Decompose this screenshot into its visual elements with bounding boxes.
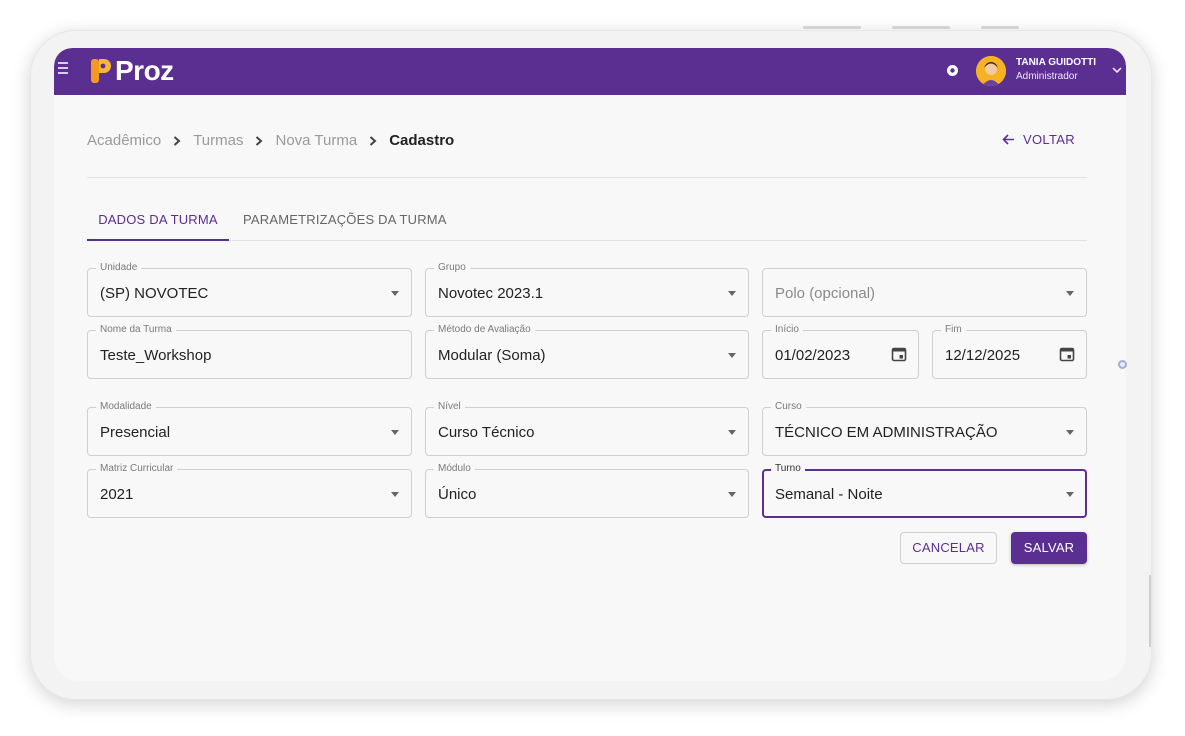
field-label: Início [771, 324, 803, 336]
top-bar: Proz TANIA GUIDOTTI Administrador [54, 48, 1126, 95]
decorative-bar [981, 26, 1019, 29]
save-button[interactable]: SALVAR [1011, 532, 1087, 564]
decorative-bar [892, 26, 950, 29]
field-label: Curso [771, 401, 806, 413]
logo-mark-icon [90, 57, 112, 85]
breadcrumb-item-nova-turma[interactable]: Nova Turma [275, 132, 357, 149]
app-screen: Proz TANIA GUIDOTTI Administrador Acadêm… [54, 48, 1126, 681]
user-name: TANIA GUIDOTTI [1016, 57, 1096, 68]
field-label: Turno [771, 463, 805, 475]
field-value: Semanal - Noite [775, 486, 883, 503]
dropdown-arrow-icon [728, 492, 736, 497]
dropdown-arrow-icon [391, 291, 399, 296]
side-edge-line [1149, 575, 1151, 647]
dropdown-arrow-icon [728, 353, 736, 358]
breadcrumb-item-turmas[interactable]: Turmas [193, 132, 243, 149]
field-value: Curso Técnico [438, 424, 535, 441]
field-value: 2021 [100, 486, 134, 503]
field-label: Fim [941, 324, 966, 336]
chevron-right-icon [370, 135, 377, 146]
user-role: Administrador [1016, 71, 1078, 82]
field-value: TÉCNICO EM ADMINISTRAÇÃO [775, 424, 998, 441]
dropdown-arrow-icon [1066, 430, 1074, 435]
field-value: Único [438, 486, 477, 503]
field-label: Nível [434, 401, 465, 413]
back-label: VOLTAR [1023, 132, 1075, 147]
menu-icon[interactable] [58, 62, 68, 76]
logo[interactable]: Proz [90, 54, 174, 88]
calendar-icon[interactable] [1059, 346, 1075, 362]
dropdown-arrow-icon [391, 492, 399, 497]
nivel-select[interactable]: Nível Curso Técnico [425, 401, 749, 456]
dropdown-arrow-icon [391, 430, 399, 435]
field-value: (SP) NOVOTEC [100, 285, 209, 302]
nome-turma-input[interactable]: Nome da Turma Teste_Workshop [87, 324, 412, 379]
matriz-curricular-select[interactable]: Matriz Curricular 2021 [87, 463, 412, 518]
turno-select[interactable]: Turno Semanal - Noite [762, 463, 1087, 518]
arrow-left-icon [1002, 134, 1014, 145]
metodo-avaliacao-select[interactable]: Método de Avaliação Modular (Soma) [425, 324, 749, 379]
field-label: Matriz Curricular [96, 463, 178, 475]
dropdown-arrow-icon [1066, 492, 1074, 497]
dropdown-arrow-icon [728, 291, 736, 296]
polo-select[interactable]: Polo (opcional) [762, 268, 1087, 317]
field-value: 01/02/2023 [775, 347, 851, 364]
field-label: Método de Avaliação [434, 324, 535, 336]
field-label: Unidade [96, 262, 142, 274]
decorative-bar [803, 26, 861, 29]
calendar-icon[interactable] [891, 346, 907, 362]
chevron-down-icon[interactable] [1112, 66, 1122, 74]
field-label: Nome da Turma [96, 324, 176, 336]
curso-select[interactable]: Curso TÉCNICO EM ADMINISTRAÇÃO [762, 401, 1087, 456]
breadcrumb-item-academico[interactable]: Acadêmico [87, 132, 161, 149]
logo-text: Proz [115, 55, 174, 86]
field-label: Módulo [434, 463, 475, 475]
modulo-select[interactable]: Módulo Único [425, 463, 749, 518]
field-value: Modular (Soma) [438, 347, 546, 364]
tab-dados-da-turma[interactable]: DADOS DA TURMA [87, 212, 229, 241]
field-value: Presencial [100, 424, 171, 441]
breadcrumb: Acadêmico Turmas Nova Turma Cadastro [87, 132, 454, 149]
breadcrumb-item-current: Cadastro [389, 132, 455, 149]
cancel-button[interactable]: CANCELAR [900, 532, 997, 564]
back-button[interactable]: VOLTAR [1002, 132, 1075, 147]
polo-placeholder: Polo (opcional) [775, 285, 876, 302]
dropdown-arrow-icon [1066, 291, 1074, 296]
dropdown-arrow-icon [728, 430, 736, 435]
modalidade-select[interactable]: Modalidade Presencial [87, 401, 412, 456]
divider [87, 177, 1087, 178]
chevron-right-icon [174, 135, 181, 146]
tab-parametrizacoes[interactable]: PARAMETRIZAÇÕES DA TURMA [243, 212, 447, 227]
field-value: Teste_Workshop [100, 347, 212, 364]
user-info[interactable]: TANIA GUIDOTTI Administrador [1016, 57, 1096, 82]
field-value: 12/12/2025 [945, 347, 1021, 364]
avatar[interactable] [976, 56, 1006, 86]
scroll-indicator[interactable] [1118, 360, 1127, 369]
fim-date-input[interactable]: Fim 12/12/2025 [932, 324, 1087, 379]
field-value: Novotec 2023.1 [438, 285, 544, 302]
notification-icon[interactable] [946, 64, 959, 77]
tab-bar: DADOS DA TURMA PARAMETRIZAÇÕES DA TURMA [87, 207, 1087, 241]
chevron-right-icon [256, 135, 263, 146]
inicio-date-input[interactable]: Início 01/02/2023 [762, 324, 919, 379]
unidade-select[interactable]: Unidade (SP) NOVOTEC [87, 262, 412, 317]
grupo-select[interactable]: Grupo Novotec 2023.1 [425, 262, 749, 317]
field-label: Grupo [434, 262, 470, 274]
field-label: Modalidade [96, 401, 156, 413]
